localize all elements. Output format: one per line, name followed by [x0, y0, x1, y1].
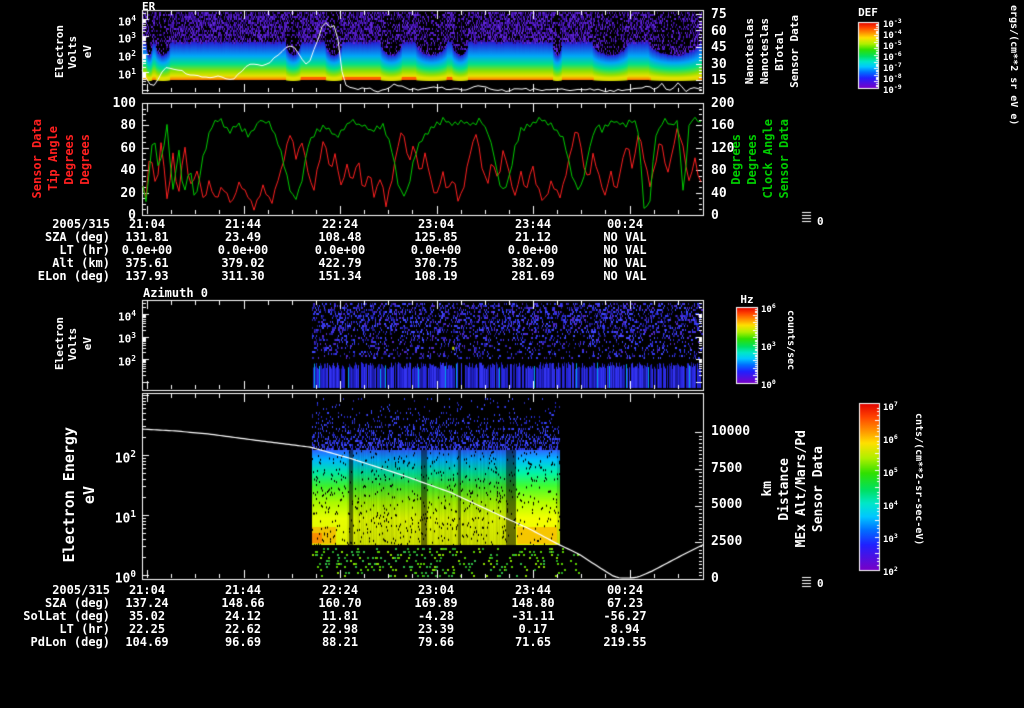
- axis-label-line: BTotal: [773, 31, 786, 71]
- table-cell: 71.65: [514, 635, 552, 649]
- axis-label-line: Sensor Data: [30, 119, 44, 199]
- y2-tick: 80: [711, 163, 727, 178]
- axis-label-line: Distance: [777, 457, 792, 521]
- axis-label-line: Clock Angle: [761, 119, 775, 199]
- axis-label-line: MEx Alt/Mars/Pd: [794, 430, 809, 548]
- axis-label-line: eV: [80, 485, 98, 505]
- panel4-y2-axis-label: Sensor Data MEx Alt/Mars/Pd Distance km: [760, 398, 826, 580]
- y-tick: 100: [112, 96, 136, 111]
- cb-tick: 104: [883, 499, 898, 512]
- table-cell: 137.93: [125, 269, 169, 283]
- y-tick: 101: [114, 509, 136, 527]
- y2-tick: 75: [711, 7, 727, 22]
- table-cell: 281.69: [511, 269, 555, 283]
- table-row: ELon (deg) 137.93 311.30 151.34 108.19 281.6…: [0, 270, 1024, 283]
- colorbar1-unit-label: ergs/(cm**2 sr eV e): [1008, 5, 1019, 126]
- panel1-y2-axis-label: Sensor Data BTotal Nanoteslas Nanoteslas: [740, 6, 804, 96]
- panel2-y2-axis-label: Sensor Data Clock Angle Degrees Degrees: [726, 101, 794, 217]
- y2-tick: 30: [711, 57, 727, 72]
- y-tick: 103: [117, 31, 136, 46]
- colorbar3-title: Hz: [740, 293, 754, 306]
- cb-tick: 102: [883, 565, 898, 578]
- panel1-title: ER: [142, 0, 156, 13]
- colorbar3-unit-label: counts/sec: [785, 310, 796, 371]
- y-tick: 102: [117, 49, 136, 64]
- y-tick: 20: [120, 186, 136, 201]
- axis-label-line: Electron Volts: [52, 25, 79, 79]
- y-tick: 60: [120, 141, 136, 156]
- row-label: ELon (deg): [37, 269, 110, 283]
- cb-tick: 106: [883, 433, 898, 446]
- y2-tick: 60: [711, 24, 727, 39]
- table-cell: 311.30: [221, 269, 265, 283]
- axis-label-line: Tip Angle: [46, 126, 60, 192]
- table-row: PdLon (deg) 104.69 96.69 88.21 79.66 71.65 21…: [0, 636, 1024, 649]
- plot-page: ER Electron Volts eV 104 103 102 101 75 …: [0, 0, 1024, 708]
- y2-tick: 15: [711, 73, 727, 88]
- y-tick: 104: [117, 14, 136, 29]
- y-tick: 102: [114, 449, 136, 467]
- y2-tick: 2500: [711, 534, 743, 549]
- table-cell: 151.34: [318, 269, 362, 283]
- table-cell: 79.66: [417, 635, 455, 649]
- axis-label-line: Sensor Data: [788, 14, 801, 88]
- row-label: PdLon (deg): [30, 635, 110, 649]
- colorbar4-unit-label: cnts/(cm**2-sr-sec-eV): [913, 413, 924, 546]
- y-tick: 80: [120, 118, 136, 133]
- y-tick: 104: [117, 309, 136, 324]
- cb-tick: 105: [883, 466, 898, 479]
- table-cell: 96.69: [224, 635, 262, 649]
- cb-tick: 10-9: [883, 83, 902, 96]
- table-cell: 88.21: [321, 635, 359, 649]
- cb-tick: 103: [761, 340, 776, 353]
- axis-label-line: Sensor Data: [811, 445, 826, 533]
- y-tick: 103: [117, 331, 136, 346]
- colorbar1-title: DEF: [858, 6, 878, 19]
- y2-tick: 5000: [711, 497, 743, 512]
- y-tick: 102: [117, 354, 136, 369]
- cb-tick: 103: [883, 532, 898, 545]
- y2-tick: 7500: [711, 461, 743, 476]
- table-cell: 108.19: [414, 269, 458, 283]
- panel3-title: Azimuth 0: [143, 286, 209, 300]
- axis-label-line: Nanoteslas: [743, 17, 756, 85]
- cb-tick: 106: [761, 302, 776, 315]
- cb-tick: 107: [883, 400, 898, 413]
- axis-label-line: Degrees: [729, 133, 743, 185]
- table-cell: 104.69: [125, 635, 169, 649]
- axis-label-line: Electron Volts: [52, 317, 79, 371]
- axis-label-line: Degrees: [745, 133, 759, 185]
- panel2-y-axis-label: Sensor Data Tip Angle Degrees Degrees: [28, 101, 94, 217]
- cb-tick: 100: [761, 378, 776, 391]
- panel1-y-axis-label: Electron Volts eV: [52, 10, 94, 94]
- y2-tick: 10000: [711, 424, 751, 439]
- axis-label-line: Degrees: [78, 133, 92, 185]
- axis-label-line: Degrees: [62, 133, 76, 185]
- axis-label-line: Sensor Data: [777, 119, 791, 199]
- y2-tick: 40: [711, 186, 727, 201]
- y-tick: 101: [117, 67, 136, 82]
- axis-label-line: km: [760, 481, 775, 497]
- table-cell: NO VAL: [603, 269, 647, 283]
- y2-tick: 45: [711, 40, 727, 55]
- y-tick: 40: [120, 163, 136, 178]
- table-cell: 219.55: [603, 635, 647, 649]
- panel3-y-axis-label: Electron Volts eV: [52, 300, 94, 388]
- panel4-y-axis-label: Electron Energy eV: [58, 415, 100, 575]
- axis-label-line: Nanoteslas: [758, 17, 771, 85]
